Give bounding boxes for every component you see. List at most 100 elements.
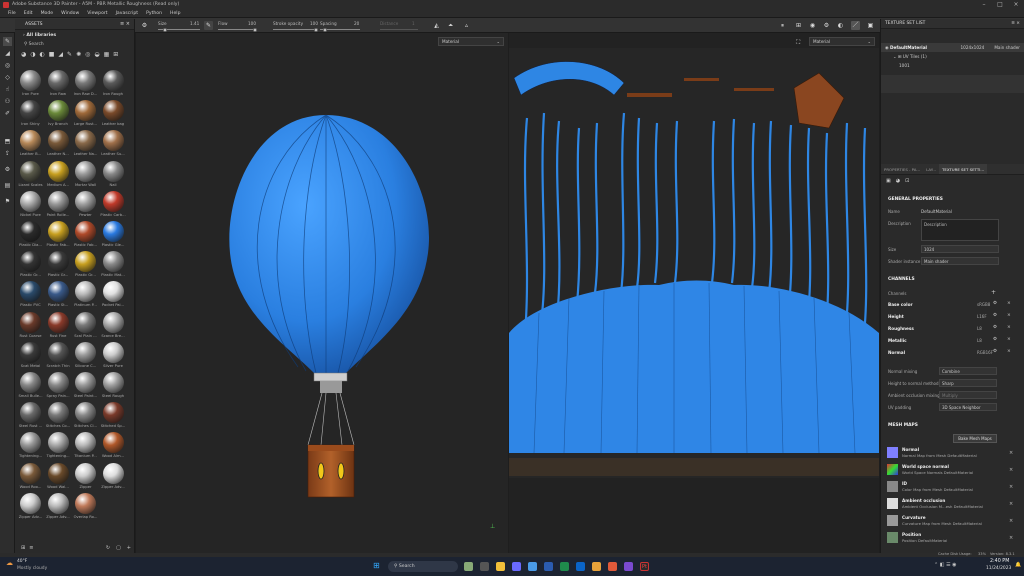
asset-item[interactable]: Wood Alm... xyxy=(100,432,126,462)
asset-item[interactable]: Paint Rolle... xyxy=(45,190,71,221)
render-icon[interactable]: ▣ xyxy=(866,21,875,30)
maximize-button[interactable]: □ xyxy=(992,1,1008,8)
minimize-button[interactable]: – xyxy=(976,1,992,8)
asset-item[interactable]: Scat Metal xyxy=(17,341,43,372)
brush-settings-icon[interactable]: ⚙ xyxy=(140,21,149,30)
excel-icon[interactable] xyxy=(560,562,569,571)
asset-item[interactable]: Plastic Carb... xyxy=(100,190,126,221)
mesh-map-id[interactable]: ID Color Map from Mesh DefaultMaterial × xyxy=(887,480,1013,494)
tab-layers[interactable]: LAY... xyxy=(923,164,939,174)
asset-item[interactable]: Plastic Gr... xyxy=(45,251,71,281)
uv-padding-select[interactable]: 3D Space Neighbor xyxy=(939,403,997,411)
taskbar-app-icon[interactable] xyxy=(480,562,489,571)
asset-item[interactable]: Lizard Scales xyxy=(17,160,43,191)
asset-item[interactable]: Stitches Co... xyxy=(45,402,71,432)
asset-item[interactable]: Wood Wal... xyxy=(45,462,71,493)
remove-channel-icon[interactable]: × xyxy=(1007,337,1011,342)
asset-item[interactable]: Scal Plain ... xyxy=(72,311,98,342)
mesh-map-ao[interactable]: Ambient occlusion Ambient Occlusion M...… xyxy=(887,497,1013,511)
filter-filters-icon[interactable]: ▦ xyxy=(104,51,110,58)
asset-item[interactable]: Plastic Gr... xyxy=(72,251,98,281)
lazy-mouse-icon[interactable]: ◭ xyxy=(432,21,441,30)
asset-item[interactable]: Ivy Branch xyxy=(45,100,71,130)
grid-icon[interactable]: ⊞ xyxy=(794,21,803,30)
remove-channel-icon[interactable]: × xyxy=(1007,325,1011,330)
asset-item[interactable]: Tightening... xyxy=(45,432,71,462)
remove-map-icon[interactable]: × xyxy=(1009,535,1013,541)
asset-item[interactable]: Leather Su... xyxy=(100,130,126,160)
asset-item[interactable]: Plastic Fab... xyxy=(45,221,71,251)
asset-item[interactable]: Scratch Thin xyxy=(45,341,71,372)
asset-item[interactable]: Steel Rust ... xyxy=(17,402,43,432)
paint-brush-icon[interactable]: ✎ xyxy=(3,37,12,46)
paint-mode-icon[interactable]: ／ xyxy=(851,21,860,30)
mesh-map-curvature[interactable]: Curvature Curvature Map from Mesh Defaul… xyxy=(887,514,1013,528)
import-icon[interactable]: ⊞ xyxy=(21,545,25,551)
menu-file[interactable]: File xyxy=(8,11,16,16)
flow-value[interactable]: 100 xyxy=(248,21,256,26)
uv-tiles-row[interactable]: ⌄ ⊞ UV Tiles (1) xyxy=(881,52,1024,61)
asset-item[interactable]: Steel Rough xyxy=(100,372,126,402)
list-icon[interactable]: ≡ xyxy=(29,545,33,551)
menu-viewport[interactable]: Viewport xyxy=(87,11,107,16)
mesh-map-world-normal[interactable]: World space normal World Space Normals D… xyxy=(887,463,1013,477)
taskbar-search[interactable]: ⚲ Search xyxy=(388,561,458,572)
distance-value[interactable]: 1 xyxy=(412,21,415,26)
window-icon[interactable]: ▢ xyxy=(116,545,121,551)
tray-icons[interactable]: ⌃ ◧ ☰ ◉ xyxy=(934,562,957,568)
asset-item[interactable]: Plastic Gle... xyxy=(100,221,126,251)
mesh-map-position[interactable]: Position Position DefaultMaterial × xyxy=(887,531,1013,545)
tab-properties[interactable]: PROPERTIES - PA... xyxy=(881,164,923,174)
library-icon[interactable]: ▤ xyxy=(3,181,12,190)
asset-item[interactable]: Iron Pure xyxy=(17,70,43,100)
filter-materials-icon[interactable]: ◑ xyxy=(30,51,35,58)
asset-item[interactable]: Silicone C... xyxy=(72,341,98,372)
asset-item[interactable]: Plastic St... xyxy=(45,281,71,311)
filter-brushes-icon[interactable]: ✎ xyxy=(67,51,72,58)
asset-item[interactable]: Rust Coarse xyxy=(17,311,43,342)
asset-item[interactable]: Titanium P... xyxy=(72,432,98,462)
filter-textures-icon[interactable]: ■ xyxy=(49,51,55,58)
search-input[interactable]: ⚲ Search xyxy=(15,40,134,49)
camera-icon[interactable]: ◉ xyxy=(808,21,817,30)
asset-item[interactable]: Stitched Sp... xyxy=(100,402,126,432)
bake-icon[interactable]: ⬒ xyxy=(3,137,12,146)
asset-item[interactable]: Large Rust... xyxy=(72,100,98,130)
symmetry-icon[interactable]: ⏶ xyxy=(446,21,455,30)
clone-icon[interactable]: ⚇ xyxy=(3,97,12,106)
asset-item[interactable]: Plastic PVC xyxy=(17,281,43,311)
channel-settings-icon[interactable]: ⚙ xyxy=(993,301,997,306)
flow-slider-handle[interactable] xyxy=(253,27,257,32)
remove-map-icon[interactable]: × xyxy=(1009,518,1013,524)
asset-item[interactable]: Iron Rough xyxy=(100,70,126,100)
distance-slider[interactable] xyxy=(380,29,418,30)
asset-item[interactable]: Plastic Dia... xyxy=(17,221,43,251)
asset-item[interactable]: Plastic Gr... xyxy=(17,251,43,281)
asset-item[interactable]: Iron Shiny xyxy=(17,100,43,130)
log-icon[interactable]: ⚑ xyxy=(3,197,12,206)
edge-icon[interactable] xyxy=(528,562,537,571)
notification-icon[interactable]: 🔔 xyxy=(1015,562,1021,568)
asset-item[interactable]: Leather Na... xyxy=(72,130,98,160)
asset-item[interactable]: Plastic Fab... xyxy=(72,221,98,251)
asset-item[interactable]: Leather B... xyxy=(17,130,43,160)
material-picker-icon[interactable]: ✐ xyxy=(3,109,12,118)
add-channel-icon[interactable]: + xyxy=(991,289,996,296)
shader-settings-icon[interactable]: ◐ xyxy=(836,21,845,30)
asset-item[interactable]: Steel Paint... xyxy=(72,372,98,402)
asset-item[interactable]: Silver Pure xyxy=(100,341,126,372)
pause-icon[interactable]: ⏸ xyxy=(778,21,787,30)
asset-item[interactable]: Medium A... xyxy=(45,160,71,191)
grid-view-icon[interactable]: ⊞ xyxy=(113,51,118,58)
asset-item[interactable]: Pewter xyxy=(72,190,98,221)
remove-map-icon[interactable]: × xyxy=(1009,501,1013,507)
size-slider-handle[interactable] xyxy=(163,27,167,32)
panel-menu-icon[interactable]: ≡ × xyxy=(120,21,130,27)
asset-item[interactable]: Rust Fine xyxy=(45,311,71,342)
stroke-opacity-value[interactable]: 100 xyxy=(310,21,318,26)
remove-channel-icon[interactable]: × xyxy=(1007,349,1011,354)
texture-set-shader[interactable]: Main shader xyxy=(994,45,1020,50)
channel-roughness-format[interactable]: L8 xyxy=(977,326,982,331)
stroke-opacity-slider[interactable] xyxy=(273,29,318,30)
filter-procedural-icon[interactable]: ✺ xyxy=(76,51,81,58)
